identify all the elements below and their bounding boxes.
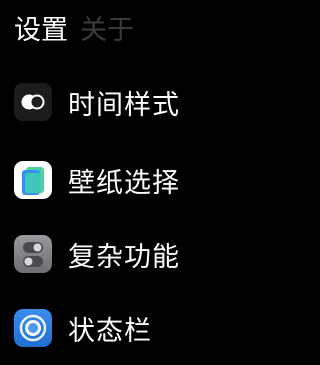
tab-about[interactable]: 关于: [80, 8, 134, 54]
menu-item-label: 状态栏: [68, 315, 152, 347]
menu-item-status-bar[interactable]: 状态栏: [14, 300, 294, 356]
menu-item-label: 复杂功能: [68, 241, 180, 273]
time-style-icon: [14, 83, 52, 121]
menu-item-complications[interactable]: 复杂功能: [14, 226, 294, 282]
menu-item-label: 时间样式: [68, 89, 180, 121]
tab-settings[interactable]: 设置: [14, 8, 68, 54]
menu-item-label: 壁纸选择: [68, 167, 180, 199]
status-bar-icon: [14, 309, 52, 347]
complications-icon: [14, 235, 52, 273]
menu-item-wallpaper[interactable]: 壁纸选择: [14, 152, 294, 208]
tab-bar: 设置 关于: [14, 8, 134, 54]
wallpaper-icon: [14, 161, 52, 199]
menu-item-time-style[interactable]: 时间样式: [14, 74, 294, 130]
